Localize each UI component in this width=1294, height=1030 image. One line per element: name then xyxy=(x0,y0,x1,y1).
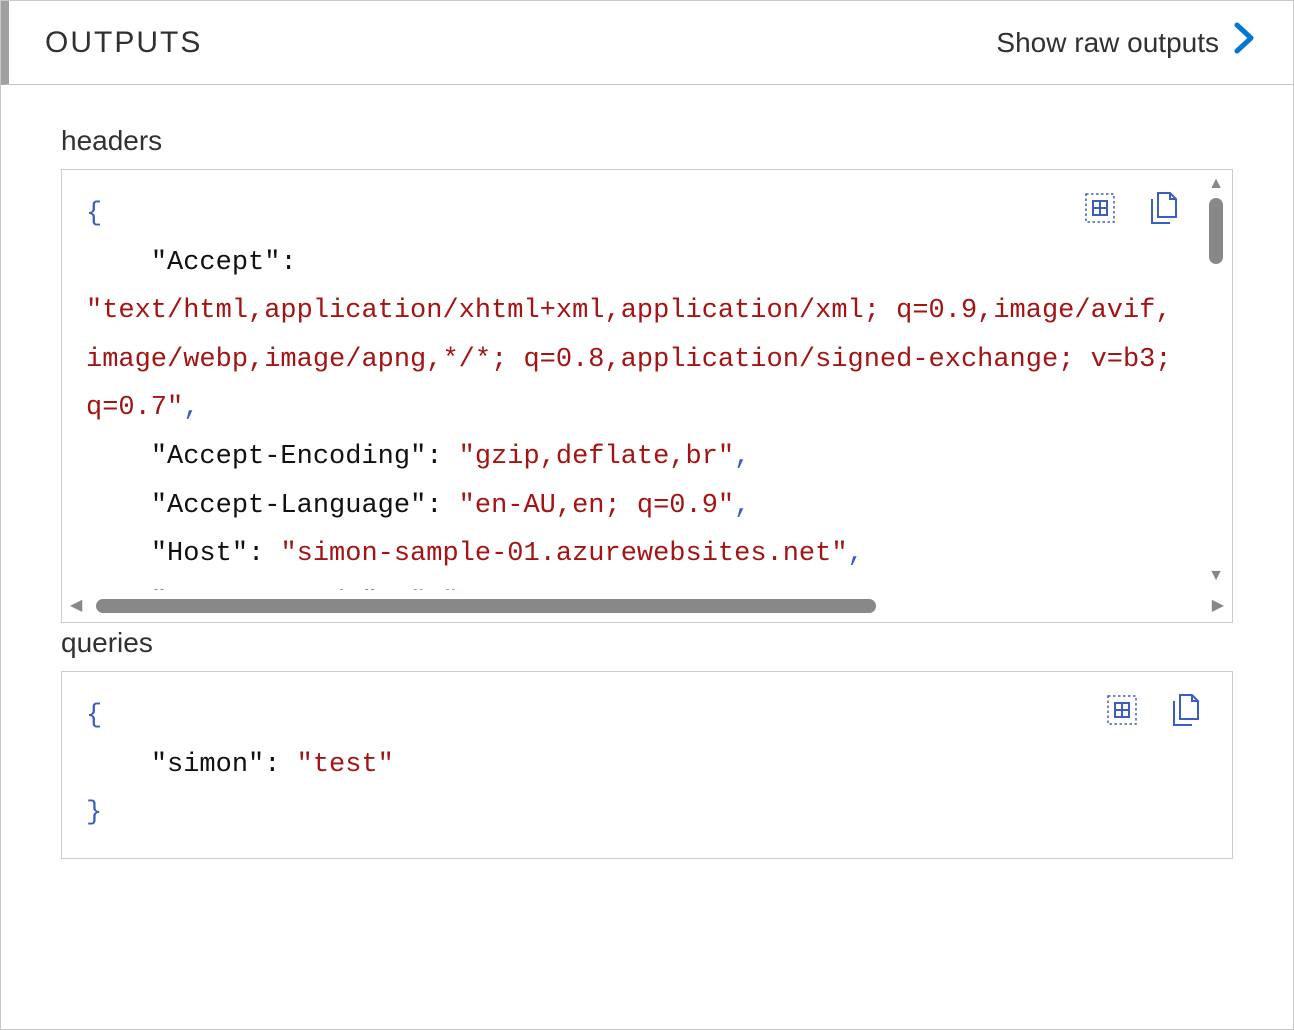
select-all-icon[interactable] xyxy=(1082,190,1118,226)
queries-label: queries xyxy=(61,627,1233,659)
json-val-host: simon-sample-01.azurewebsites.net xyxy=(297,539,832,569)
json-key-accept-language: Accept-Language xyxy=(167,491,410,521)
show-raw-outputs-label: Show raw outputs xyxy=(996,27,1219,59)
select-all-icon[interactable] xyxy=(1104,692,1140,728)
queries-code-actions xyxy=(1104,692,1204,728)
json-key-host: Host xyxy=(167,539,232,569)
outputs-body: headers xyxy=(1,85,1293,1029)
json-val-simon: test xyxy=(313,750,378,780)
queries-json-content[interactable]: { "simon": "test" } xyxy=(62,672,1232,858)
outputs-panel: OUTPUTS Show raw outputs headers xyxy=(0,0,1294,1030)
json-val-accept: text/html,application/xhtml+xml,applicat… xyxy=(86,296,1188,423)
headers-code-box: { "Accept": "text/html,application/xhtml… xyxy=(61,169,1233,623)
scroll-down-icon: ▼ xyxy=(1208,568,1224,584)
json-key-accept-encoding: Accept-Encoding xyxy=(167,442,410,472)
json-val-accept-language: en-AU,en; q=0.9 xyxy=(475,491,718,521)
chevron-right-icon xyxy=(1233,21,1257,64)
headers-section: headers xyxy=(61,125,1233,623)
queries-code-box: { "simon": "test" } xyxy=(61,671,1233,859)
json-key-accept: Accept xyxy=(167,248,264,278)
headers-label: headers xyxy=(61,125,1233,157)
show-raw-outputs-link[interactable]: Show raw outputs xyxy=(996,21,1257,64)
json-val-accept-encoding: gzip,deflate,br xyxy=(475,442,718,472)
headers-vertical-scrollbar[interactable]: ▲ ▼ xyxy=(1200,170,1232,590)
scroll-right-icon: ▶ xyxy=(1212,598,1224,614)
scroll-left-icon: ◀ xyxy=(70,598,82,614)
json-key-simon: simon xyxy=(167,750,248,780)
headers-code-actions xyxy=(1082,190,1182,226)
scrollbar-thumb[interactable] xyxy=(96,599,876,613)
panel-title: OUTPUTS xyxy=(45,26,202,60)
outputs-header: OUTPUTS Show raw outputs xyxy=(1,1,1293,85)
queries-section: queries xyxy=(61,627,1233,859)
headers-horizontal-scrollbar[interactable]: ◀ ▶ xyxy=(62,590,1232,622)
copy-icon[interactable] xyxy=(1168,692,1204,728)
copy-icon[interactable] xyxy=(1146,190,1182,226)
headers-json-content[interactable]: { "Accept": "text/html,application/xhtml… xyxy=(62,170,1200,590)
scrollbar-thumb[interactable] xyxy=(1209,198,1223,264)
scroll-up-icon: ▲ xyxy=(1208,176,1224,192)
